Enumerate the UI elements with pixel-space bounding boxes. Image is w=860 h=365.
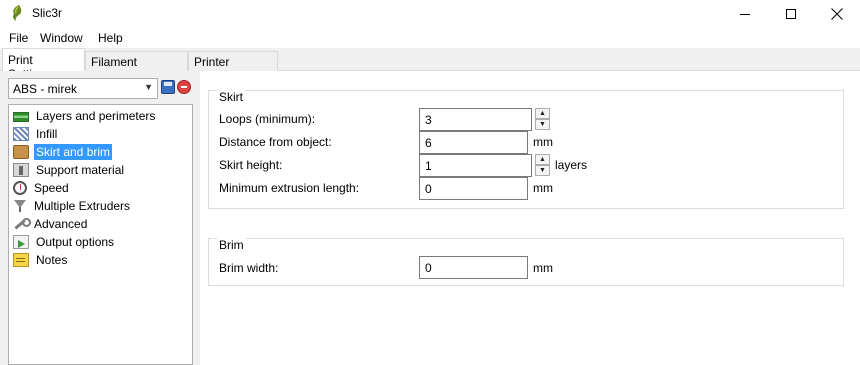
skirt-group: Skirt Loops (minimum): ▲ ▼ Distance from…: [208, 90, 844, 209]
wrench-icon: [13, 217, 31, 231]
sidebar-item-infill[interactable]: Infill: [9, 125, 192, 143]
min-extrusion-label: Minimum extrusion length:: [219, 181, 360, 195]
tab-printer-settings[interactable]: Printer Settings: [188, 51, 278, 83]
brim-group: Brim Brim width: mm: [208, 238, 844, 286]
loops-label: Loops (minimum):: [219, 112, 316, 126]
layers-icon: [13, 112, 29, 122]
skirt-height-stepper[interactable]: ▲ ▼: [535, 154, 551, 177]
skirt-group-title: Skirt: [217, 90, 245, 104]
skirt-height-unit: layers: [555, 158, 588, 172]
sidebar-item-label: Layers and perimeters: [36, 109, 156, 123]
loops-input[interactable]: [419, 108, 532, 131]
settings-category-tree: Layers and perimeters Infill Skirt and b…: [8, 104, 193, 365]
skirt-height-input[interactable]: [419, 154, 532, 177]
sidebar-item-label: Speed: [34, 181, 69, 195]
sidebar-item-multiple-extruders[interactable]: Multiple Extruders: [9, 197, 192, 215]
sidebar-item-layers-and-perimeters[interactable]: Layers and perimeters: [9, 107, 192, 125]
sidebar-item-label: Multiple Extruders: [34, 199, 131, 213]
title-bar: Slic3r: [0, 0, 860, 28]
maximize-button[interactable]: [768, 0, 814, 28]
maximize-icon: [786, 9, 796, 19]
min-extrusion-input[interactable]: [419, 177, 528, 200]
preset-select[interactable]: ABS - mirek ▼: [8, 78, 158, 99]
sidebar-item-speed[interactable]: Speed: [9, 179, 192, 197]
loops-stepper[interactable]: ▲ ▼: [535, 108, 551, 131]
sidebar-item-label: Infill: [36, 127, 58, 141]
skirt-height-label: Skirt height:: [219, 158, 283, 172]
distance-input[interactable]: [419, 131, 528, 154]
close-button[interactable]: [814, 0, 860, 28]
sidebar-item-label: Output options: [36, 235, 115, 249]
brim-width-unit: mm: [533, 261, 553, 275]
infill-icon: [13, 127, 29, 141]
support-icon: [13, 163, 29, 177]
close-icon: [831, 8, 843, 20]
chevron-up-icon[interactable]: ▲: [535, 154, 550, 165]
tab-print-settings[interactable]: Print Settings: [2, 48, 85, 81]
menu-help[interactable]: Help: [98, 31, 123, 45]
preset-select-value: ABS - mirek: [13, 82, 78, 96]
chevron-down-icon[interactable]: ▼: [535, 119, 550, 130]
chevron-down-icon[interactable]: ▼: [535, 165, 550, 176]
sidebar-item-notes[interactable]: Notes: [9, 251, 192, 269]
sidebar-item-support-material[interactable]: Support material: [9, 161, 192, 179]
window-title: Slic3r: [32, 6, 63, 20]
chevron-up-icon[interactable]: ▲: [535, 108, 550, 119]
menu-window[interactable]: Window: [40, 31, 83, 45]
slic3r-logo-icon: [12, 5, 22, 21]
chevron-down-icon: ▼: [144, 82, 153, 92]
sidebar-item-output-options[interactable]: Output options: [9, 233, 192, 251]
minimize-button[interactable]: [722, 0, 768, 28]
delete-icon[interactable]: [177, 80, 191, 94]
speed-icon: [13, 181, 27, 195]
distance-unit: mm: [533, 135, 553, 149]
min-extrusion-unit: mm: [533, 181, 553, 195]
sidebar-item-skirt-and-brim[interactable]: Skirt and brim: [9, 143, 192, 161]
skirt-icon: [13, 145, 29, 159]
sidebar-item-label: Advanced: [34, 217, 88, 231]
distance-label: Distance from object:: [219, 135, 332, 149]
brim-width-label: Brim width:: [219, 261, 279, 275]
sidebar-item-label: Notes: [36, 253, 68, 267]
brim-width-input[interactable]: [419, 256, 528, 279]
sidebar-item-advanced[interactable]: Advanced: [9, 215, 192, 233]
print-settings-page: ABS - mirek ▼ Layers and perimeters Infi…: [0, 71, 860, 365]
menu-bar: File Window Help: [0, 28, 860, 48]
brim-group-title: Brim: [217, 238, 246, 252]
notes-icon: [13, 253, 29, 267]
settings-panel: Skirt Loops (minimum): ▲ ▼ Distance from…: [200, 71, 860, 365]
sidebar-item-label: Support material: [36, 163, 125, 177]
menu-file[interactable]: File: [9, 31, 28, 45]
sidebar-item-label: Skirt and brim: [34, 144, 113, 160]
settings-tab-strip: Print Settings Filament Settings Printer…: [0, 48, 860, 83]
minimize-icon: [740, 13, 750, 15]
tab-filament-settings[interactable]: Filament Settings: [85, 51, 188, 83]
output-icon: [13, 235, 29, 249]
extruders-icon: [13, 199, 27, 213]
save-icon[interactable]: [161, 80, 175, 94]
